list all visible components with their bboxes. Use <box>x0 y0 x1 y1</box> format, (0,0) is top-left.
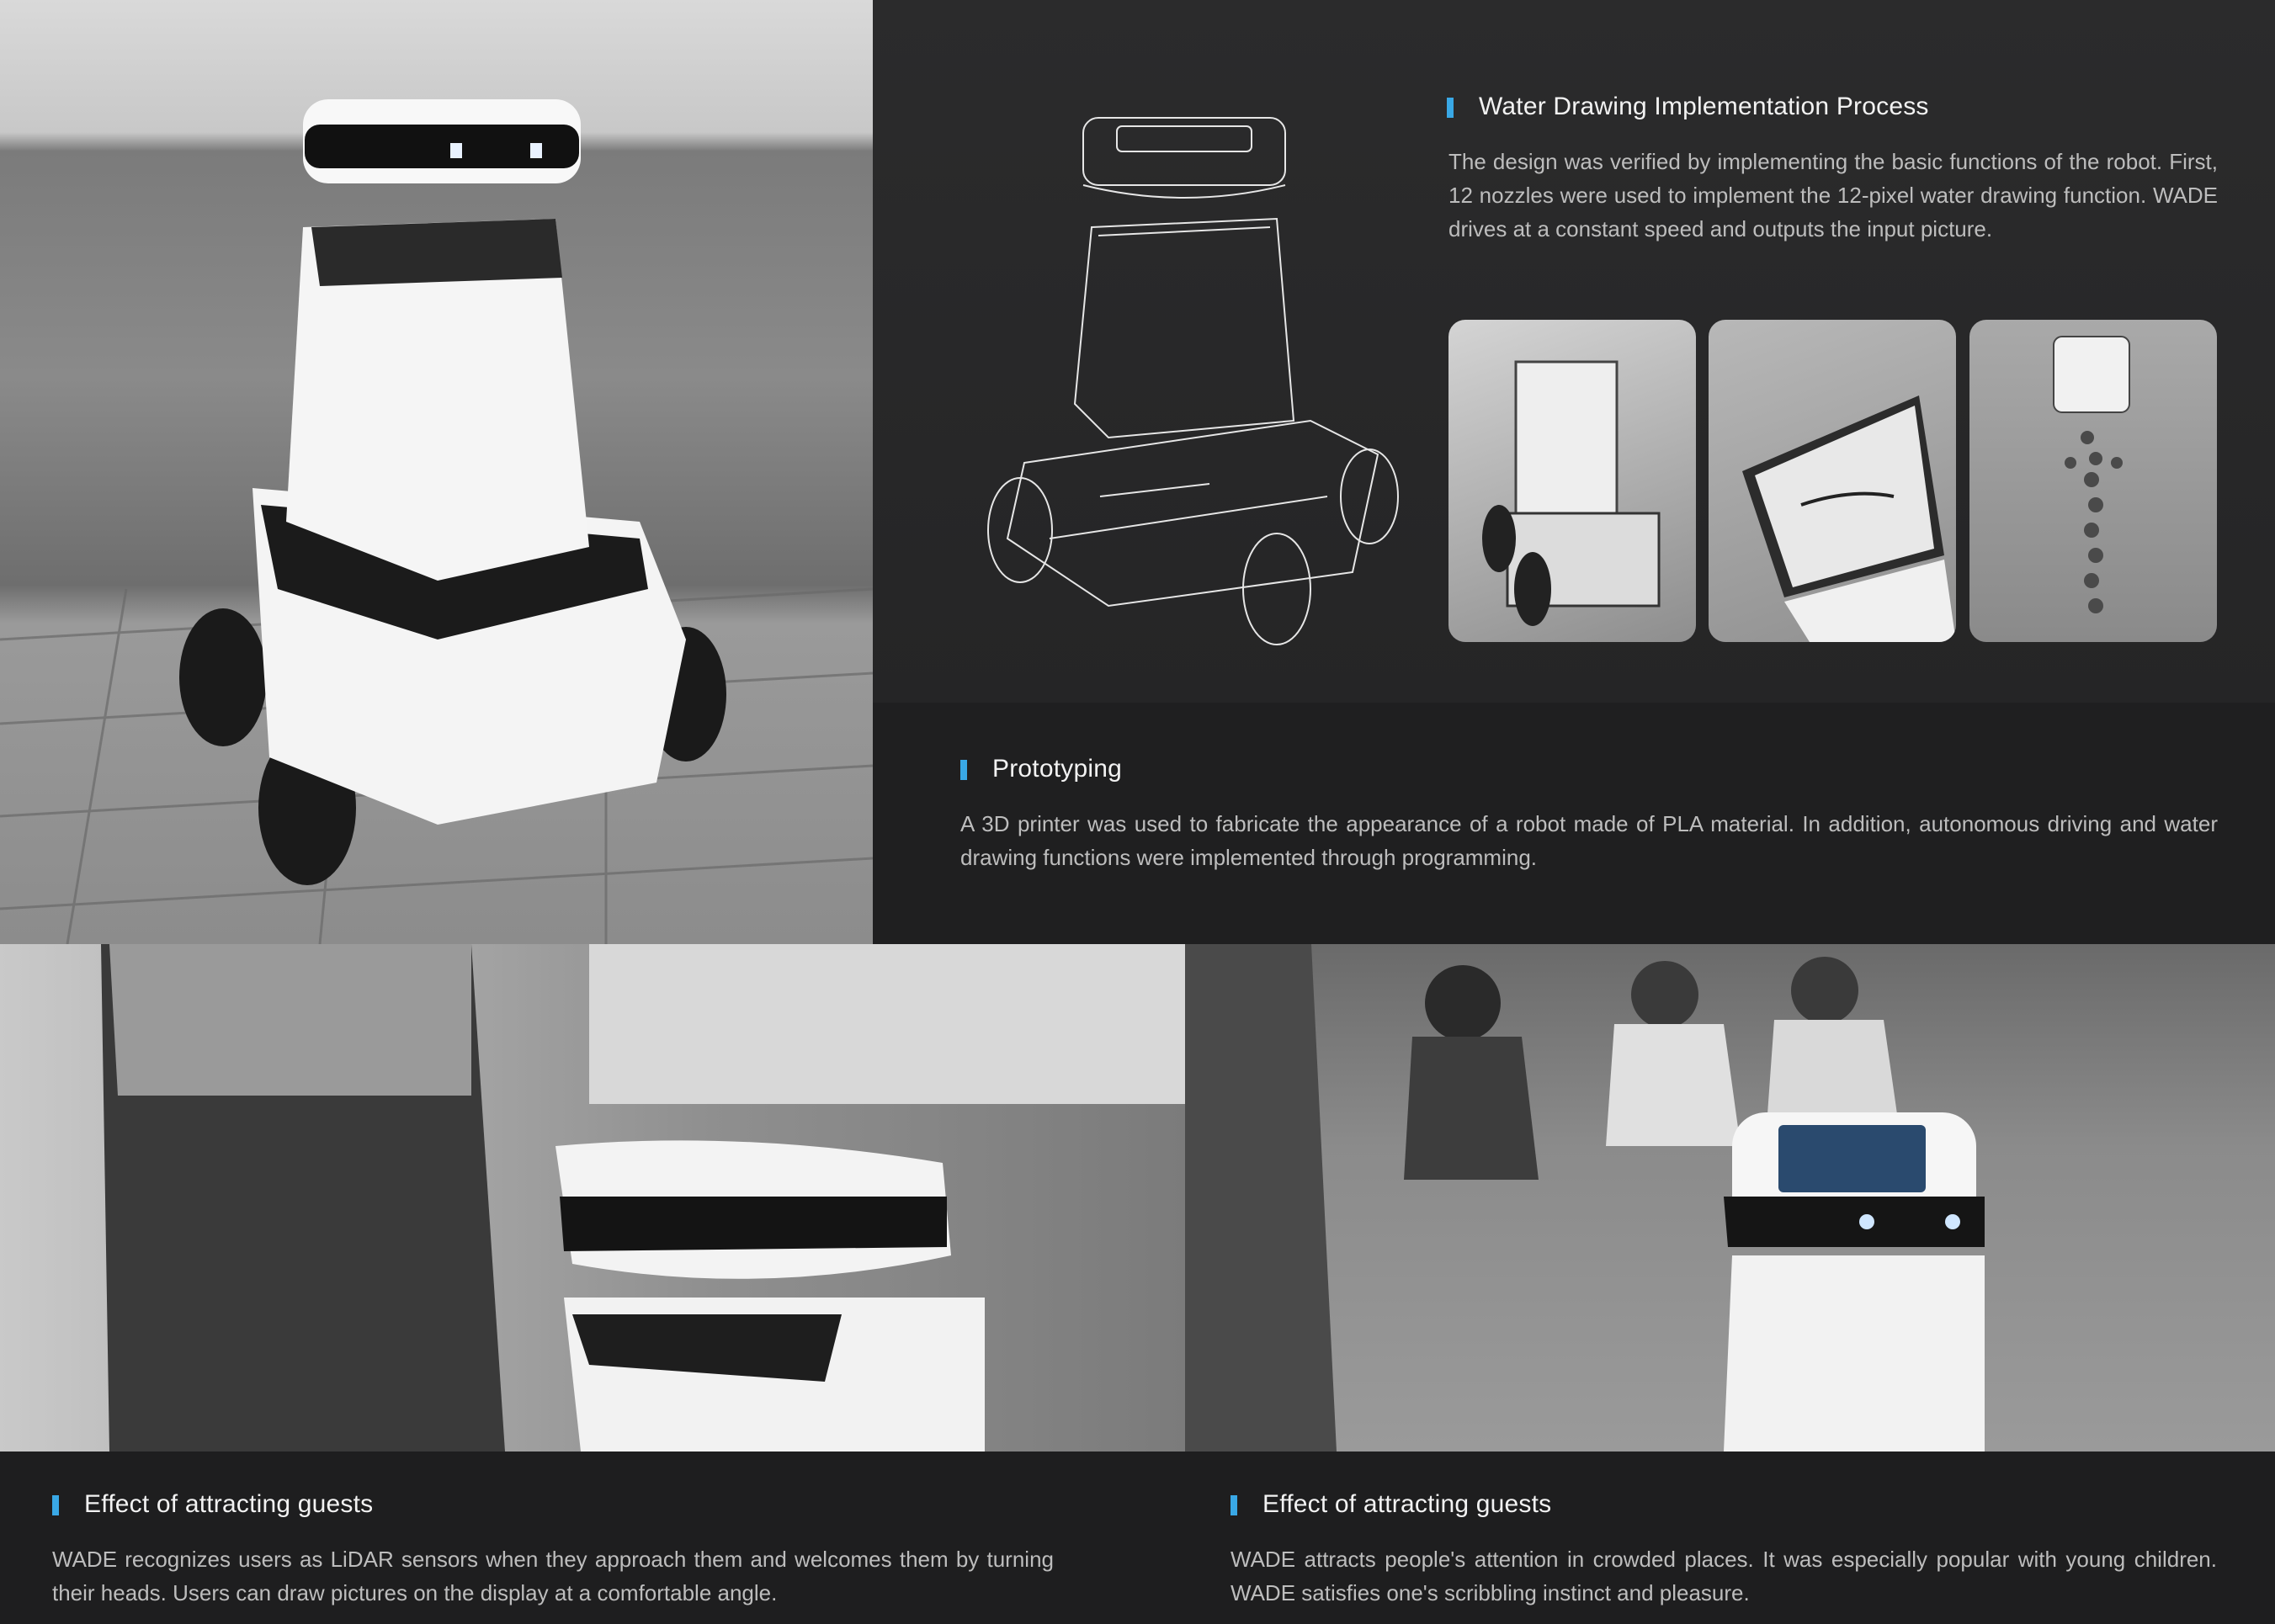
caption-strip: Effect of attracting guests WADE recogni… <box>0 1452 2275 1624</box>
prototyping-heading-text: Prototyping <box>992 755 1122 783</box>
effect-left-heading: Effect of attracting guests <box>52 1490 374 1519</box>
heading-accent-bar <box>1447 98 1454 118</box>
effect-right-heading: Effect of attracting guests <box>1231 1490 1552 1519</box>
effect-left-heading-text: Effect of attracting guests <box>84 1490 374 1518</box>
crowd-photo <box>1185 944 2275 1452</box>
user-interaction-photo <box>0 944 1185 1452</box>
prototyping-heading: Prototyping <box>960 755 1122 783</box>
heading-accent-bar <box>1231 1495 1237 1515</box>
effect-right-heading-text: Effect of attracting guests <box>1262 1490 1552 1518</box>
hero-robot-photo <box>0 0 873 944</box>
water-drawing-body: The design was verified by implementing … <box>1448 149 2218 241</box>
water-drawing-heading-text: Water Drawing Implementation Process <box>1479 93 1929 120</box>
water-drawing-heading: Water Drawing Implementation Process <box>1447 93 1929 121</box>
process-panel: Water Drawing Implementation Process The… <box>873 0 2275 703</box>
prototyping-section: Prototyping A 3D printer was used to fab… <box>873 703 2275 944</box>
effect-left-body: WADE recognizes users as LiDAR sensors w… <box>52 1547 1054 1605</box>
prototype-photo-nozzles <box>1448 320 1696 642</box>
robot-illustration <box>0 99 873 944</box>
prototype-photo-laptop <box>1709 320 1956 642</box>
prototype-photo-water-trail <box>1969 320 2217 642</box>
effect-right-body: WADE attracts people's attention in crow… <box>1231 1547 2217 1605</box>
robot-line-drawing <box>987 117 1399 645</box>
heading-accent-bar <box>52 1495 59 1515</box>
heading-accent-bar <box>960 760 967 780</box>
prototyping-body: A 3D printer was used to fabricate the a… <box>960 811 2218 870</box>
